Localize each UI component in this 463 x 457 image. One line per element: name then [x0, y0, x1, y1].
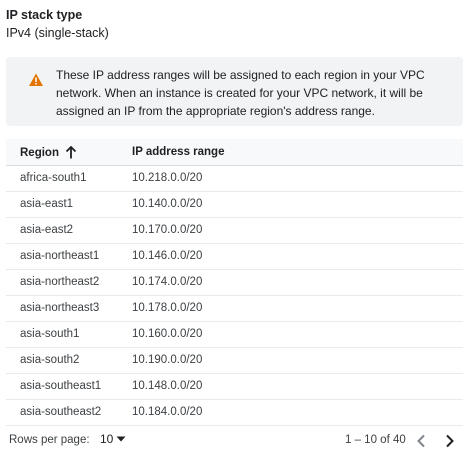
pagination-bar: Rows per page: 10 1 – 10 of 40 — [0, 427, 463, 455]
region-cell: asia-northeast2 — [20, 276, 100, 288]
chevron-left-icon — [417, 434, 425, 448]
ip-range-cell: 10.170.0.0/20 — [132, 224, 203, 236]
ip-range-cell: 10.174.0.0/20 — [132, 276, 203, 288]
region-cell: asia-northeast3 — [20, 302, 100, 314]
table-row: asia-northeast3 10.178.0.0/20 — [6, 296, 463, 322]
region-cell: africa-south1 — [20, 172, 87, 184]
region-cell: asia-south1 — [20, 328, 80, 340]
ip-range-cell: 10.178.0.0/20 — [132, 302, 203, 314]
table-row: asia-northeast1 10.146.0.0/20 — [6, 244, 463, 270]
rows-per-page-label: Rows per page: — [9, 434, 90, 446]
table-row: africa-south1 10.218.0.0/20 — [6, 166, 463, 192]
rows-per-page-value: 10 — [100, 432, 114, 446]
warning-icon — [29, 73, 43, 86]
region-cell: asia-east1 — [20, 198, 74, 210]
region-cell: asia-southeast1 — [20, 380, 102, 392]
region-header-label: Region — [20, 146, 59, 159]
table-body: africa-south1 10.218.0.0/20 asia-east1 10.1… — [6, 166, 463, 426]
rows-per-page-select[interactable]: 10 — [100, 432, 126, 446]
table-row: asia-southeast1 10.148.0.0/20 — [6, 374, 463, 400]
ip-stack-type-value: IPv4 (single-stack) — [6, 26, 109, 40]
region-cell: asia-northeast1 — [20, 250, 100, 262]
dropdown-arrow-icon — [116, 436, 126, 442]
ip-range-cell: 10.148.0.0/20 — [132, 380, 203, 392]
previous-page-button[interactable] — [411, 431, 431, 451]
ip-range-cell: 10.140.0.0/20 — [132, 198, 203, 210]
ip-range-cell: 10.190.0.0/20 — [132, 354, 203, 366]
table-row: asia-east2 10.170.0.0/20 — [6, 218, 463, 244]
region-cell: asia-east2 — [20, 224, 74, 236]
notice-text: These IP address ranges will be assigned… — [56, 68, 425, 118]
ip-range-cell: 10.184.0.0/20 — [132, 406, 203, 418]
next-page-button[interactable] — [440, 431, 460, 451]
region-column-header[interactable]: Region — [20, 146, 77, 159]
ip-stack-type-label: IP stack type — [6, 8, 83, 22]
table-row: asia-northeast2 10.174.0.0/20 — [6, 270, 463, 296]
chevron-right-icon — [446, 434, 454, 448]
table-row: asia-south2 10.190.0.0/20 — [6, 348, 463, 374]
ip-range-cell: 10.160.0.0/20 — [132, 328, 203, 340]
region-cell: asia-south2 — [20, 354, 80, 366]
ip-range-column-header: IP address range — [132, 146, 225, 158]
ip-ranges-table: Region IP address range africa-south1 10.… — [6, 139, 463, 426]
ip-range-cell: 10.146.0.0/20 — [132, 250, 203, 262]
table-header: Region IP address range — [6, 139, 463, 166]
info-notice: These IP address ranges will be assigned… — [6, 57, 463, 126]
table-row: asia-south1 10.160.0.0/20 — [6, 322, 463, 348]
ip-range-cell: 10.218.0.0/20 — [132, 172, 203, 184]
table-row: asia-southeast2 10.184.0.0/20 — [6, 400, 463, 426]
table-row: asia-east1 10.140.0.0/20 — [6, 192, 463, 218]
sort-ascending-arrow-icon[interactable] — [65, 146, 77, 159]
page-range-text: 1 – 10 of 40 — [345, 434, 406, 446]
region-cell: asia-southeast2 — [20, 406, 102, 418]
